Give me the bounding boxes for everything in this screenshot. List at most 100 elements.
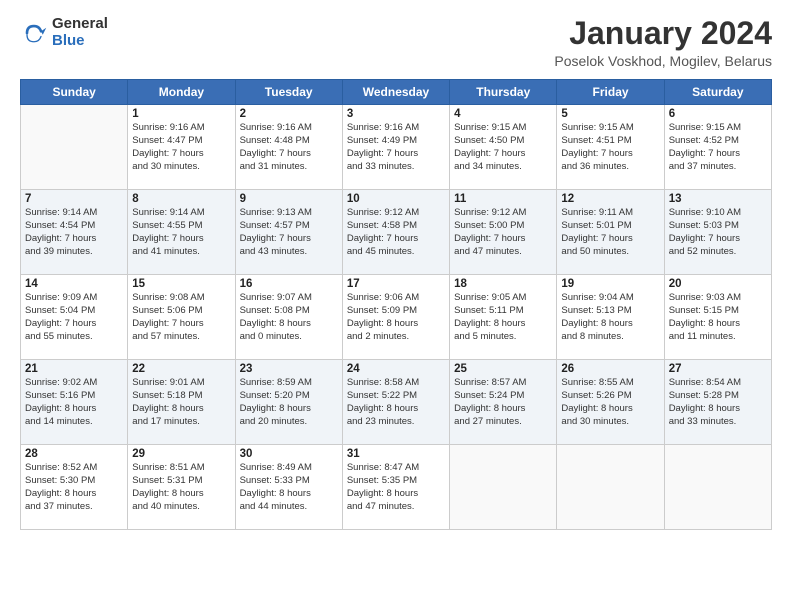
calendar-day-21: 21 Sunrise: 9:02 AM Sunset: 5:16 PM Dayli… — [21, 360, 128, 445]
day-header-wednesday: Wednesday — [342, 80, 449, 105]
day-info: Sunrise: 9:10 AM Sunset: 5:03 PM Dayligh… — [669, 207, 767, 258]
day-info: Sunrise: 8:54 AM Sunset: 5:28 PM Dayligh… — [669, 377, 767, 428]
calendar-day-17: 17 Sunrise: 9:06 AM Sunset: 5:09 PM Dayli… — [342, 275, 449, 360]
day-info: Sunrise: 8:47 AM Sunset: 5:35 PM Dayligh… — [347, 462, 445, 513]
title-block: January 2024 Poselok Voskhod, Mogilev, B… — [554, 16, 772, 69]
calendar-header: SundayMondayTuesdayWednesdayThursdayFrid… — [21, 80, 772, 105]
day-number: 17 — [347, 278, 445, 290]
calendar-day-29: 29 Sunrise: 8:51 AM Sunset: 5:31 PM Dayli… — [128, 445, 235, 530]
day-info: Sunrise: 8:59 AM Sunset: 5:20 PM Dayligh… — [240, 377, 338, 428]
calendar-day-empty — [664, 445, 771, 530]
logo-text: General Blue — [52, 16, 108, 49]
day-info: Sunrise: 9:13 AM Sunset: 4:57 PM Dayligh… — [240, 207, 338, 258]
day-number: 8 — [132, 193, 230, 205]
calendar-day-1: 1 Sunrise: 9:16 AM Sunset: 4:47 PM Daylig… — [128, 105, 235, 190]
day-header-sunday: Sunday — [21, 80, 128, 105]
calendar-day-14: 14Sunrise: 9:09 AM Sunset: 5:04 PM Dayli… — [21, 275, 128, 360]
calendar-day-4: 4Sunrise: 9:15 AM Sunset: 4:50 PM Daylig… — [450, 105, 557, 190]
day-number: 30 — [240, 448, 338, 460]
header: General Blue January 2024 Poselok Voskho… — [20, 16, 772, 69]
day-number: 24 — [347, 363, 445, 375]
calendar-day-5: 5 Sunrise: 9:15 AM Sunset: 4:51 PM Daylig… — [557, 105, 664, 190]
day-info: Sunrise: 9:14 AM Sunset: 4:55 PM Dayligh… — [132, 207, 230, 258]
calendar-day-empty — [21, 105, 128, 190]
calendar-week-4: 21 Sunrise: 9:02 AM Sunset: 5:16 PM Dayli… — [21, 360, 772, 445]
header-row: SundayMondayTuesdayWednesdayThursdayFrid… — [21, 80, 772, 105]
day-info: Sunrise: 9:02 AM Sunset: 5:16 PM Dayligh… — [25, 377, 123, 428]
calendar-body: 1 Sunrise: 9:16 AM Sunset: 4:47 PM Daylig… — [21, 105, 772, 530]
day-info: Sunrise: 9:04 AM Sunset: 5:13 PM Dayligh… — [561, 292, 659, 343]
calendar-day-28: 28 Sunrise: 8:52 AM Sunset: 5:30 PM Dayli… — [21, 445, 128, 530]
calendar-day-30: 30 Sunrise: 8:49 AM Sunset: 5:33 PM Dayli… — [235, 445, 342, 530]
logo-general-text: General — [52, 16, 108, 33]
calendar-day-26: 26Sunrise: 8:55 AM Sunset: 5:26 PM Dayli… — [557, 360, 664, 445]
calendar-day-23: 23 Sunrise: 8:59 AM Sunset: 5:20 PM Dayli… — [235, 360, 342, 445]
page: General Blue January 2024 Poselok Voskho… — [0, 0, 792, 612]
day-number: 27 — [669, 363, 767, 375]
day-info: Sunrise: 9:07 AM Sunset: 5:08 PM Dayligh… — [240, 292, 338, 343]
day-number: 15 — [132, 278, 230, 290]
calendar-day-6: 6 Sunrise: 9:15 AM Sunset: 4:52 PM Daylig… — [664, 105, 771, 190]
day-info: Sunrise: 9:06 AM Sunset: 5:09 PM Dayligh… — [347, 292, 445, 343]
calendar-day-11: 11Sunrise: 9:12 AM Sunset: 5:00 PM Dayli… — [450, 190, 557, 275]
day-info: Sunrise: 9:15 AM Sunset: 4:52 PM Dayligh… — [669, 122, 767, 173]
day-info: Sunrise: 9:05 AM Sunset: 5:11 PM Dayligh… — [454, 292, 552, 343]
day-number: 5 — [561, 108, 659, 120]
calendar-day-16: 16 Sunrise: 9:07 AM Sunset: 5:08 PM Dayli… — [235, 275, 342, 360]
day-number: 29 — [132, 448, 230, 460]
day-number: 23 — [240, 363, 338, 375]
calendar-table: SundayMondayTuesdayWednesdayThursdayFrid… — [20, 79, 772, 530]
calendar-day-7: 7 Sunrise: 9:14 AM Sunset: 4:54 PM Daylig… — [21, 190, 128, 275]
day-info: Sunrise: 8:51 AM Sunset: 5:31 PM Dayligh… — [132, 462, 230, 513]
calendar-day-15: 15 Sunrise: 9:08 AM Sunset: 5:06 PM Dayli… — [128, 275, 235, 360]
day-info: Sunrise: 8:52 AM Sunset: 5:30 PM Dayligh… — [25, 462, 123, 513]
day-header-monday: Monday — [128, 80, 235, 105]
calendar-day-8: 8 Sunrise: 9:14 AM Sunset: 4:55 PM Daylig… — [128, 190, 235, 275]
calendar-day-20: 20Sunrise: 9:03 AM Sunset: 5:15 PM Dayli… — [664, 275, 771, 360]
day-number: 25 — [454, 363, 552, 375]
calendar-day-9: 9Sunrise: 9:13 AM Sunset: 4:57 PM Daylig… — [235, 190, 342, 275]
logo-icon — [20, 19, 48, 47]
day-info: Sunrise: 9:12 AM Sunset: 5:00 PM Dayligh… — [454, 207, 552, 258]
calendar-day-3: 3Sunrise: 9:16 AM Sunset: 4:49 PM Daylig… — [342, 105, 449, 190]
location: Poselok Voskhod, Mogilev, Belarus — [554, 53, 772, 69]
day-number: 31 — [347, 448, 445, 460]
day-number: 10 — [347, 193, 445, 205]
day-header-friday: Friday — [557, 80, 664, 105]
day-info: Sunrise: 9:16 AM Sunset: 4:47 PM Dayligh… — [132, 122, 230, 173]
calendar-day-27: 27 Sunrise: 8:54 AM Sunset: 5:28 PM Dayli… — [664, 360, 771, 445]
day-info: Sunrise: 9:16 AM Sunset: 4:49 PM Dayligh… — [347, 122, 445, 173]
calendar-day-22: 22Sunrise: 9:01 AM Sunset: 5:18 PM Dayli… — [128, 360, 235, 445]
calendar-day-12: 12 Sunrise: 9:11 AM Sunset: 5:01 PM Dayli… — [557, 190, 664, 275]
day-header-tuesday: Tuesday — [235, 80, 342, 105]
day-info: Sunrise: 9:12 AM Sunset: 4:58 PM Dayligh… — [347, 207, 445, 258]
day-number: 6 — [669, 108, 767, 120]
calendar-day-24: 24Sunrise: 8:58 AM Sunset: 5:22 PM Dayli… — [342, 360, 449, 445]
calendar-day-empty — [450, 445, 557, 530]
day-number: 16 — [240, 278, 338, 290]
day-info: Sunrise: 9:14 AM Sunset: 4:54 PM Dayligh… — [25, 207, 123, 258]
day-info: Sunrise: 9:15 AM Sunset: 4:51 PM Dayligh… — [561, 122, 659, 173]
day-number: 19 — [561, 278, 659, 290]
calendar-week-3: 14Sunrise: 9:09 AM Sunset: 5:04 PM Dayli… — [21, 275, 772, 360]
day-number: 1 — [132, 108, 230, 120]
day-number: 13 — [669, 193, 767, 205]
day-number: 7 — [25, 193, 123, 205]
day-number: 12 — [561, 193, 659, 205]
day-info: Sunrise: 8:49 AM Sunset: 5:33 PM Dayligh… — [240, 462, 338, 513]
day-info: Sunrise: 9:11 AM Sunset: 5:01 PM Dayligh… — [561, 207, 659, 258]
day-info: Sunrise: 9:09 AM Sunset: 5:04 PM Dayligh… — [25, 292, 123, 343]
day-number: 18 — [454, 278, 552, 290]
day-number: 28 — [25, 448, 123, 460]
day-header-thursday: Thursday — [450, 80, 557, 105]
calendar-week-5: 28 Sunrise: 8:52 AM Sunset: 5:30 PM Dayli… — [21, 445, 772, 530]
calendar-day-19: 19 Sunrise: 9:04 AM Sunset: 5:13 PM Dayli… — [557, 275, 664, 360]
day-info: Sunrise: 8:57 AM Sunset: 5:24 PM Dayligh… — [454, 377, 552, 428]
day-number: 21 — [25, 363, 123, 375]
calendar-day-13: 13 Sunrise: 9:10 AM Sunset: 5:03 PM Dayli… — [664, 190, 771, 275]
month-title: January 2024 — [554, 16, 772, 51]
calendar-day-31: 31 Sunrise: 8:47 AM Sunset: 5:35 PM Dayli… — [342, 445, 449, 530]
calendar-week-1: 1 Sunrise: 9:16 AM Sunset: 4:47 PM Daylig… — [21, 105, 772, 190]
day-number: 26 — [561, 363, 659, 375]
day-info: Sunrise: 9:08 AM Sunset: 5:06 PM Dayligh… — [132, 292, 230, 343]
